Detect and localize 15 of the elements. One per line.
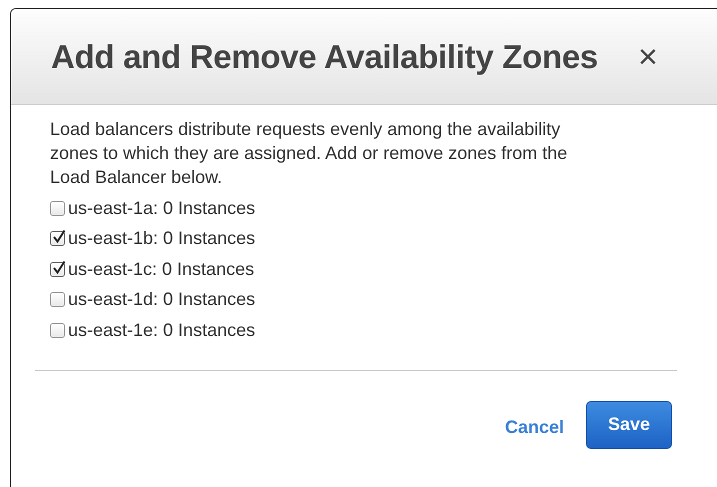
checkbox[interactable] [50, 231, 65, 246]
zone-label: us-east-1e: 0 Instances [68, 318, 256, 342]
zone-label: us-east-1b: 0 Instances [68, 227, 256, 250]
checkbox[interactable] [50, 200, 65, 216]
checkbox[interactable] [50, 322, 65, 338]
description-text: Load balancers distribute requests evenly among the availability zones to which they are assigned. Add or remove zones from the Load Balancer below. [50, 118, 568, 189]
close-button[interactable]: × [638, 40, 658, 74]
checkbox[interactable] [50, 262, 65, 277]
save-button[interactable]: Save [586, 400, 672, 448]
checkbox[interactable] [50, 292, 65, 308]
zone-label: us-east-1d: 0 Instances [68, 288, 256, 312]
zone-label: us-east-1c: 0 Instances [68, 258, 254, 281]
dialog-title: Add and Remove Availability Zones [51, 36, 598, 77]
cancel-link[interactable]: Cancel [504, 414, 564, 441]
zone-label: us-east-1a: 0 Instances [68, 196, 256, 220]
